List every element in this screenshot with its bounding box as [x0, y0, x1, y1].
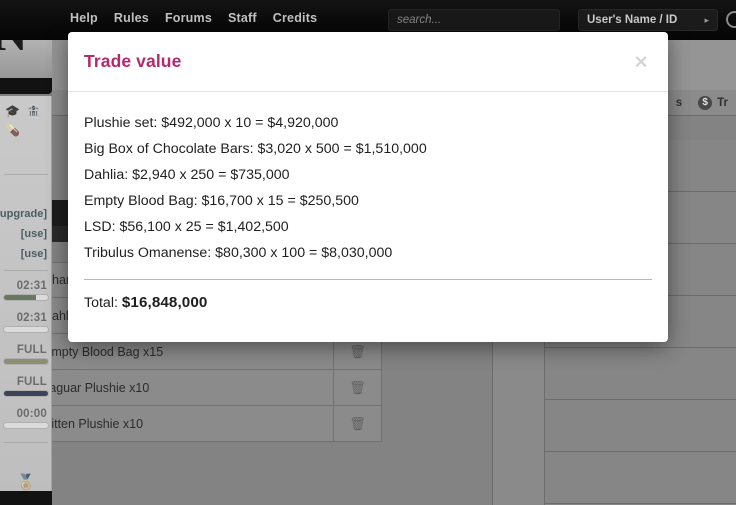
sidebar-stat-happy[interactable]: FULL — [3, 344, 49, 365]
nav-link-credits[interactable]: Credits — [273, 11, 317, 25]
sidebar-stat-bar — [3, 422, 49, 429]
nav-link-forums[interactable]: Forums — [165, 11, 212, 25]
trade-total-row: Total: $16,848,000 — [84, 294, 652, 311]
sidebar-stat-chain[interactable]: 00:00 — [3, 408, 49, 429]
sidebar-stat-bar — [3, 390, 49, 397]
trade-value-line: LSD: $56,100 x 25 = $1,402,500 — [84, 219, 289, 235]
tab-partial-label: s — [675, 96, 683, 109]
nav-link-help[interactable]: Help — [70, 11, 98, 25]
sidebar-bottom-bar — [0, 491, 52, 505]
trade-total-label: Total: — [84, 295, 118, 311]
trash-icon[interactable]: 🗑 — [333, 406, 381, 441]
sidebar-icon-group: 🎓 🏦 💊 — [0, 104, 52, 138]
sidebar-stat-bar — [3, 358, 49, 365]
trade-value-line: Plushie set: $492,000 x 10 = $4,920,000 — [84, 115, 339, 131]
nav-link-group: Help Rules Forums Staff Credits — [70, 11, 317, 25]
modal-body: Plushie set: $492,000 x 10 = $4,920,000 … — [68, 92, 668, 311]
right-panel-row — [545, 452, 736, 504]
nav-circle-icon[interactable] — [726, 11, 736, 28]
user-menu-label: User's Name / ID — [587, 14, 678, 26]
close-icon[interactable]: × — [628, 50, 654, 73]
right-panel-row — [545, 348, 736, 400]
trade-value-line: Empty Blood Bag: $16,700 x 15 = $250,500 — [84, 193, 359, 209]
list-item[interactable]: Kitten Plushie x10 🗑 — [30, 406, 382, 442]
tab-partial[interactable]: s — [676, 97, 682, 109]
sidebar-divider — [4, 442, 48, 443]
chevron-right-icon: ▸ — [704, 14, 709, 25]
sidebar-stat-bar — [3, 294, 49, 301]
trade-value-line: Big Box of Chocolate Bars: $3,020 x 500 … — [84, 141, 427, 157]
sidebar-stat-bar — [3, 326, 49, 333]
modal-header: Trade value × — [68, 32, 668, 92]
sidebar-stat-energy[interactable]: 02:31 — [3, 280, 49, 301]
sidebar-stat-nerve[interactable]: 02:31 — [3, 312, 49, 333]
trade-value-line: Tribulus Omanense: $80,300 x 100 = $8,03… — [84, 245, 393, 261]
sidebar-link-upgrade[interactable]: [upgrade] — [0, 208, 47, 220]
sidebar-stat-value: 00:00 — [16, 408, 47, 420]
trash-icon[interactable]: 🗑 — [333, 370, 381, 405]
sidebar-stat-value: 02:31 — [16, 312, 47, 324]
right-panel-row — [545, 400, 736, 452]
trade-value-line: Dahlia: $2,940 x 250 = $735,000 — [84, 167, 290, 183]
bank-icon[interactable]: 🏦 — [26, 104, 41, 119]
nav-link-rules[interactable]: Rules — [114, 11, 149, 25]
modal-divider — [84, 279, 652, 280]
left-sidebar: 🎓 🏦 💊 [upgrade] [use] [use] 02:31 02:31 … — [0, 96, 52, 505]
logo-underbar — [0, 78, 52, 94]
pill-icon[interactable]: 💊 — [5, 123, 20, 138]
app-root: s $ Tr Dahlia Empty Blood Bag x15 🗑 Jagu… — [0, 0, 736, 505]
sidebar-stat-value: FULL — [16, 344, 47, 356]
medal-icon[interactable]: 🏅 — [0, 473, 52, 491]
list-item-label: Kitten Plushie x10 — [43, 416, 144, 431]
dollar-coin-icon: $ — [698, 95, 713, 110]
trade-total-value: $16,848,000 — [121, 294, 208, 311]
sidebar-divider — [4, 270, 48, 271]
trade-value-modal: Trade value × Plushie set: $492,000 x 10… — [68, 32, 668, 342]
list-item-label: Empty Blood Bag x15 — [43, 344, 164, 359]
sidebar-link-use-2[interactable]: [use] — [21, 248, 47, 260]
sidebar-stat-life[interactable]: FULL — [3, 376, 49, 397]
list-item[interactable]: Jaguar Plushie x10 🗑 — [30, 370, 382, 406]
user-menu[interactable]: User's Name / ID ▸ — [578, 9, 718, 31]
modal-title: Trade value — [84, 51, 182, 71]
search-input[interactable]: search... — [388, 9, 560, 31]
education-icon[interactable]: 🎓 — [5, 104, 20, 119]
sidebar-link-use-1[interactable]: [use] — [21, 228, 47, 240]
list-item-label: Jaguar Plushie x10 — [43, 380, 150, 395]
tab-trade-label: Tr — [717, 96, 728, 109]
sidebar-divider — [4, 174, 48, 175]
nav-link-staff[interactable]: Staff — [228, 11, 257, 25]
sidebar-stat-value: 02:31 — [16, 280, 47, 292]
tab-trade[interactable]: $ Tr — [698, 95, 728, 110]
sidebar-stat-value: FULL — [16, 376, 47, 388]
